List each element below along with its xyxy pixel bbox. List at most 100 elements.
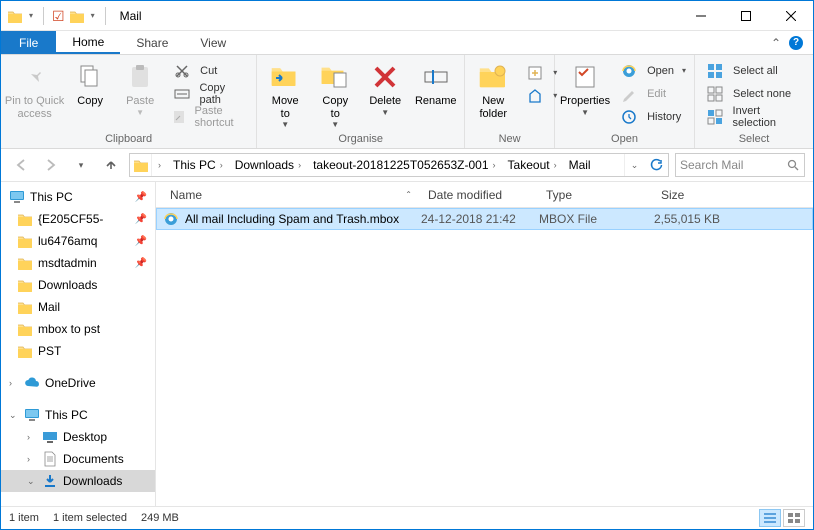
easy-access-icon [523, 84, 547, 108]
home-tab[interactable]: Home [56, 31, 120, 54]
tree-item[interactable]: lu6476amq📌 [1, 230, 155, 252]
tree-item[interactable]: Mail [1, 296, 155, 318]
tree-onedrive[interactable]: › OneDrive [1, 372, 155, 394]
qat-divider-2 [105, 7, 106, 25]
help-icon[interactable]: ? [789, 36, 803, 50]
folder-icon [17, 277, 33, 293]
tree-item[interactable]: PST [1, 340, 155, 362]
column-name[interactable]: Name ⌃ [162, 188, 420, 202]
share-tab[interactable]: Share [120, 31, 184, 54]
collapse-icon[interactable]: ⌄ [27, 476, 37, 487]
paste-button[interactable]: Paste ▼ [116, 57, 164, 119]
group-open: Properties ▼ Open▾ Edit History [555, 55, 695, 148]
delete-icon [369, 61, 401, 93]
nav-back-button[interactable] [9, 153, 33, 177]
copy-button[interactable]: Copy [66, 57, 114, 110]
crumb-this-pc[interactable]: This PC› [167, 154, 229, 176]
maximize-button[interactable] [723, 1, 768, 30]
view-switcher [759, 509, 805, 527]
paste-shortcut-button[interactable]: Paste shortcut [166, 107, 252, 127]
new-folder-button[interactable]: New folder [469, 57, 517, 122]
move-to-icon [269, 61, 301, 93]
collapse-ribbon-icon[interactable]: ⌃ [771, 36, 781, 50]
tree-this-pc-quick[interactable]: This PC 📌 [1, 186, 155, 208]
expand-icon[interactable]: › [9, 378, 19, 388]
open-button[interactable]: Open▾ [613, 61, 690, 81]
title-bar: ▾ ☑ ▾ Mail [1, 1, 813, 31]
expand-icon[interactable]: › [27, 432, 37, 442]
history-icon [617, 105, 641, 129]
copy-path-button[interactable]: Copy path [166, 84, 252, 104]
quick-access-toolbar: ▾ ☑ ▾ [1, 7, 110, 25]
cut-button[interactable]: Cut [166, 61, 252, 81]
qat-menu-caret-icon[interactable]: ▾ [27, 11, 35, 20]
breadcrumb[interactable]: › This PC› Downloads› takeout-20181225T0… [129, 153, 669, 177]
select-all-icon [703, 59, 727, 83]
view-tab[interactable]: View [184, 31, 242, 54]
mbox-file-icon [163, 211, 179, 227]
monitor-icon [24, 407, 40, 423]
pin-to-quick-access-button[interactable]: Pin to Quick access [5, 57, 64, 122]
sort-asc-icon: ⌃ [405, 190, 412, 199]
select-none-icon [703, 82, 727, 106]
rename-button[interactable]: Rename [411, 57, 460, 110]
breadcrumb-dropdown-button[interactable]: ⌄ [624, 154, 644, 176]
invert-selection-icon [703, 105, 727, 129]
select-none-button[interactable]: Select none [699, 84, 809, 104]
view-large-icons-button[interactable] [783, 509, 805, 527]
tree-downloads-selected[interactable]: ⌄ Downloads [1, 470, 155, 492]
tree-this-pc[interactable]: ⌄ This PC [1, 404, 155, 426]
minimize-button[interactable] [678, 1, 723, 30]
history-button[interactable]: History [613, 107, 690, 127]
ribbon-tabs: File Home Share View ⌃ ? [1, 31, 813, 55]
folder-icon [17, 343, 33, 359]
refresh-button[interactable] [644, 154, 668, 176]
move-to-button[interactable]: Move to ▼ [261, 57, 309, 131]
nav-forward-button[interactable] [39, 153, 63, 177]
expand-icon[interactable]: › [27, 454, 37, 464]
tree-item[interactable]: Downloads [1, 274, 155, 296]
nav-up-button[interactable] [99, 153, 123, 177]
group-label-clipboard: Clipboard [5, 131, 252, 148]
crumb-takeout[interactable]: Takeout› [502, 154, 563, 176]
properties-qat-icon[interactable]: ☑ [52, 9, 65, 23]
invert-selection-button[interactable]: Invert selection [699, 107, 809, 127]
copy-to-icon [319, 61, 351, 93]
edit-button[interactable]: Edit [613, 84, 690, 104]
crumb-takeout-zip[interactable]: takeout-20181225T052653Z-001› [307, 154, 501, 176]
column-size[interactable]: Size [653, 188, 813, 202]
rename-icon [420, 61, 452, 93]
file-row[interactable]: All mail Including Spam and Trash.mbox24… [156, 208, 813, 230]
nav-recent-button[interactable]: ▾ [69, 153, 93, 177]
address-bar-row: ▾ › This PC› Downloads› takeout-20181225… [1, 149, 813, 182]
tree-desktop[interactable]: › Desktop [1, 426, 155, 448]
column-type[interactable]: Type [538, 188, 653, 202]
content-split: This PC 📌 {E205CF55-📌lu6476amq📌msdtadmin… [1, 182, 813, 506]
folder-icon [17, 233, 33, 249]
column-date[interactable]: Date modified [420, 188, 538, 202]
crumb-mail[interactable]: Mail [563, 154, 597, 176]
crumb-sep-root[interactable]: › [152, 154, 167, 176]
collapse-icon[interactable]: ⌄ [9, 410, 19, 421]
file-tab[interactable]: File [1, 31, 56, 54]
delete-button[interactable]: Delete ▼ [361, 57, 409, 119]
close-button[interactable] [768, 1, 813, 30]
search-placeholder: Search Mail [680, 158, 743, 172]
copy-to-button[interactable]: Copy to ▼ [311, 57, 359, 131]
file-rows[interactable]: All mail Including Spam and Trash.mbox24… [156, 208, 813, 506]
qat-customize-caret-icon[interactable]: ▾ [89, 11, 97, 20]
view-details-button[interactable] [759, 509, 781, 527]
tree-item[interactable]: msdtadmin📌 [1, 252, 155, 274]
tree-documents[interactable]: › Documents [1, 448, 155, 470]
select-all-button[interactable]: Select all [699, 61, 809, 81]
tree-item[interactable]: {E205CF55-📌 [1, 208, 155, 230]
new-folder-qat-icon[interactable] [69, 9, 85, 23]
crumb-downloads[interactable]: Downloads› [229, 154, 307, 176]
search-input[interactable]: Search Mail [675, 153, 805, 177]
breadcrumb-location-icon[interactable] [130, 154, 152, 176]
search-icon [787, 159, 799, 171]
file-list-pane: Name ⌃ Date modified Type Size All mail … [156, 182, 813, 506]
properties-button[interactable]: Properties ▼ [559, 57, 611, 119]
tree-item[interactable]: mbox to pst [1, 318, 155, 340]
navigation-tree[interactable]: This PC 📌 {E205CF55-📌lu6476amq📌msdtadmin… [1, 182, 156, 506]
